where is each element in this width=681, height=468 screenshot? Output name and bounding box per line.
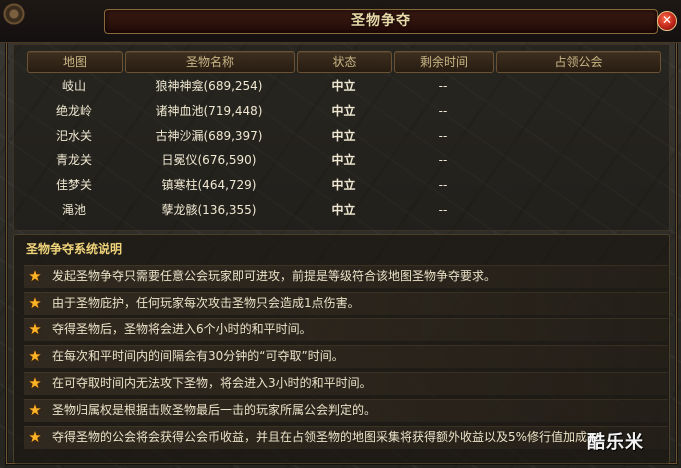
window-title: 圣物争夺 xyxy=(351,13,411,29)
cell-guild xyxy=(496,75,659,97)
star-icon: ★ xyxy=(28,374,42,392)
cell-map: 岐山 xyxy=(61,79,86,93)
star-icon: ★ xyxy=(28,267,42,285)
cell-remaining: -- xyxy=(438,203,448,217)
rule-text: 夺得圣物的公会将会获得公会币收益，并且在占领圣物的地图采集将获得额外收益以及5%… xyxy=(52,430,600,444)
rule-text: 圣物归属权是根据击败圣物最后一击的玩家所属公会判定的。 xyxy=(52,403,377,417)
cell-relic: 日冕仪(676,590) xyxy=(161,153,257,167)
header-relic-name: 圣物名称 xyxy=(125,51,295,73)
cell-guild xyxy=(496,174,659,196)
cell-relic: 狼神神龛(689,254) xyxy=(155,79,263,93)
close-button[interactable]: ✕ xyxy=(657,11,677,31)
cell-state: 中立 xyxy=(331,178,356,192)
header-remaining-time: 剩余时间 xyxy=(394,51,494,73)
star-icon: ★ xyxy=(28,320,42,338)
cell-map: 汜水关 xyxy=(55,129,92,143)
cell-map: 渑池 xyxy=(61,203,86,217)
cell-relic: 孽龙骸(136,355) xyxy=(161,203,257,217)
cell-guild xyxy=(496,199,659,221)
header-occupying-guild: 占领公会 xyxy=(496,51,661,73)
corner-ornament-icon xyxy=(3,3,25,25)
rule-text: 夺得圣物后，圣物将会进入6个小时的和平时间。 xyxy=(52,322,312,336)
cell-state: 中立 xyxy=(331,153,356,167)
cell-relic: 镇寒柱(464,729) xyxy=(161,178,257,192)
cell-remaining: -- xyxy=(438,79,448,93)
cell-guild xyxy=(496,100,659,122)
cell-map: 青龙关 xyxy=(55,153,92,167)
cell-relic: 古神沙漏(689,397) xyxy=(155,129,263,143)
cell-relic: 诸神血池(719,448) xyxy=(155,104,263,118)
watermark-logo: 酷乐米 xyxy=(587,432,644,453)
cell-state: 中立 xyxy=(331,203,356,217)
header-map: 地图 xyxy=(27,51,123,73)
cell-remaining: -- xyxy=(438,104,448,118)
cell-guild xyxy=(496,125,659,147)
cell-map: 绝龙岭 xyxy=(55,104,92,118)
cell-state: 中立 xyxy=(331,129,356,143)
close-icon: ✕ xyxy=(661,13,673,27)
star-icon: ★ xyxy=(28,294,42,312)
cell-state: 中立 xyxy=(331,79,356,93)
star-icon: ★ xyxy=(28,347,42,365)
rule-text: 发起圣物争夺只需要任意公会玩家即可进攻，前提是等级符合该地图圣物争夺要求。 xyxy=(52,269,497,283)
rule-text: 由于圣物庇护，任何玩家每次攻击圣物只会造成1点伤害。 xyxy=(52,296,360,310)
rule-text: 在可夺取时间内无法攻下圣物，将会进入3小时的和平时间。 xyxy=(52,376,372,390)
star-icon: ★ xyxy=(28,401,42,419)
cell-remaining: -- xyxy=(438,178,448,192)
cell-state: 中立 xyxy=(331,104,356,118)
cell-map: 佳梦关 xyxy=(55,178,92,192)
cell-remaining: -- xyxy=(438,153,448,167)
star-icon: ★ xyxy=(28,428,42,446)
cell-guild xyxy=(496,149,659,171)
rules-title: 圣物争夺系统说明 xyxy=(26,242,123,256)
rule-text: 在每次和平时间内的间隔会有30分钟的“可夺取”时间。 xyxy=(52,349,344,363)
header-status: 状态 xyxy=(297,51,392,73)
cell-remaining: -- xyxy=(438,129,448,143)
